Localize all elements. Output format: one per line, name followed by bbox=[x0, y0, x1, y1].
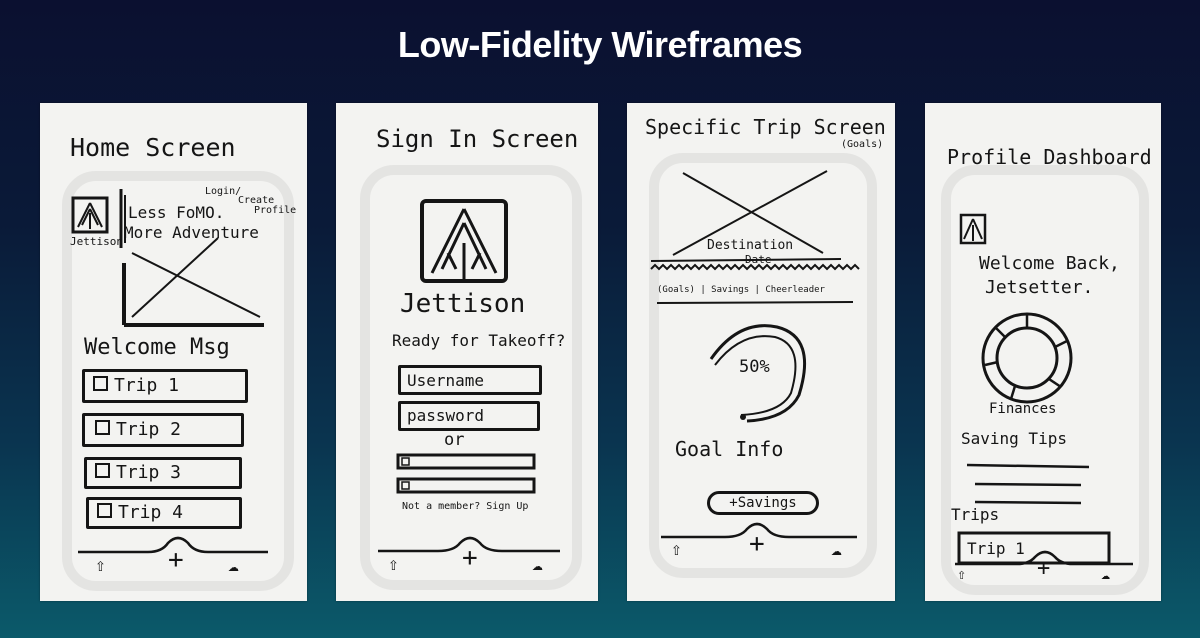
trip-list-item-label: Trip 3 bbox=[116, 462, 182, 483]
nav-home-icon[interactable]: ⇧ bbox=[671, 539, 682, 560]
progress-percent: 50% bbox=[739, 357, 770, 377]
nav-cloud-icon[interactable]: ☁ bbox=[831, 539, 842, 560]
trip-list-item-1[interactable]: Trip 1 bbox=[82, 369, 248, 403]
username-field[interactable]: Username bbox=[398, 365, 542, 395]
signin-sketch-lines bbox=[378, 199, 560, 553]
password-field[interactable]: password bbox=[398, 401, 540, 431]
login-note-3: Profile bbox=[254, 205, 297, 216]
finances-label: Finances bbox=[989, 401, 1057, 417]
tagline-line-1: Less FoMO. bbox=[128, 203, 225, 222]
profile-sketch-lines bbox=[955, 213, 1133, 566]
trip-list-item-label: Trip 4 bbox=[118, 502, 184, 523]
wireframe-profile-dashboard: Profile Dashboard Welcome Back, Jetsette… bbox=[925, 103, 1161, 601]
trips-heading: Trips bbox=[951, 505, 1000, 524]
nav-home-icon[interactable]: ⇧ bbox=[95, 555, 106, 576]
trip-list-item-3[interactable]: Trip 3 bbox=[84, 457, 242, 489]
welcome-back-line-1: Welcome Back, bbox=[979, 253, 1120, 274]
profile-trip-item[interactable]: Trip 1 bbox=[967, 539, 1025, 558]
trip-list-item-label: Trip 2 bbox=[116, 419, 182, 440]
checkbox-icon bbox=[97, 503, 112, 518]
nav-cloud-icon[interactable]: ☁ bbox=[532, 554, 543, 575]
add-savings-button[interactable]: +Savings bbox=[707, 491, 819, 515]
wireframe-specific-trip-screen: Specific Trip Screen (Goals) Destination… bbox=[627, 103, 895, 601]
trip-sketch-lines bbox=[650, 170, 860, 539]
goal-info-label: Goal Info bbox=[675, 437, 784, 461]
checkbox-icon bbox=[95, 463, 110, 478]
nav-add-button[interactable]: + bbox=[462, 543, 478, 573]
brand-name: Jettison bbox=[400, 289, 526, 319]
takeoff-prompt: Ready for Takeoff? bbox=[392, 331, 566, 350]
welcome-message: Welcome Msg bbox=[84, 335, 230, 360]
trip-list-item-2[interactable]: Trip 2 bbox=[82, 413, 244, 447]
slide-title: Low-Fidelity Wireframes bbox=[397, 24, 803, 65]
nav-add-button[interactable]: + bbox=[1037, 556, 1050, 581]
sign-up-link[interactable]: Not a member? Sign Up bbox=[402, 501, 528, 512]
nav-cloud-icon[interactable]: ☁ bbox=[1101, 565, 1110, 583]
tree-logo-icon bbox=[963, 218, 983, 241]
trip-tabs[interactable]: (Goals) | Savings | Cheerleader bbox=[657, 285, 825, 295]
tree-logo-icon bbox=[77, 202, 103, 229]
checkbox-icon bbox=[93, 376, 108, 391]
date-label: Date bbox=[745, 253, 772, 266]
nav-cloud-icon[interactable]: ☁ bbox=[228, 555, 239, 576]
wireframe-sign-in-screen: Sign In Screen Jettison Ready for Takeof… bbox=[336, 103, 598, 601]
destination-label: Destination bbox=[707, 238, 794, 253]
wireframe-home-screen: Home Screen Jettison Less FoMO. More Adv… bbox=[40, 103, 307, 601]
logo-caption: Jettison bbox=[70, 235, 123, 248]
trip-list-item-label: Trip 1 bbox=[114, 375, 180, 396]
tagline-line-2: More Adventure bbox=[124, 223, 259, 242]
welcome-back-line-2: Jetsetter. bbox=[985, 277, 1094, 298]
tree-logo-icon bbox=[430, 208, 498, 279]
login-note-1: Login/ bbox=[205, 186, 242, 197]
or-divider: or bbox=[444, 430, 465, 450]
saving-tips-heading: Saving Tips bbox=[961, 429, 1067, 448]
nav-home-icon[interactable]: ⇧ bbox=[388, 554, 399, 575]
checkbox-icon bbox=[95, 420, 110, 435]
nav-home-icon[interactable]: ⇧ bbox=[957, 565, 966, 583]
nav-add-button[interactable]: + bbox=[168, 545, 184, 575]
trip-list-item-4[interactable]: Trip 4 bbox=[86, 497, 242, 529]
nav-add-button[interactable]: + bbox=[749, 529, 765, 559]
